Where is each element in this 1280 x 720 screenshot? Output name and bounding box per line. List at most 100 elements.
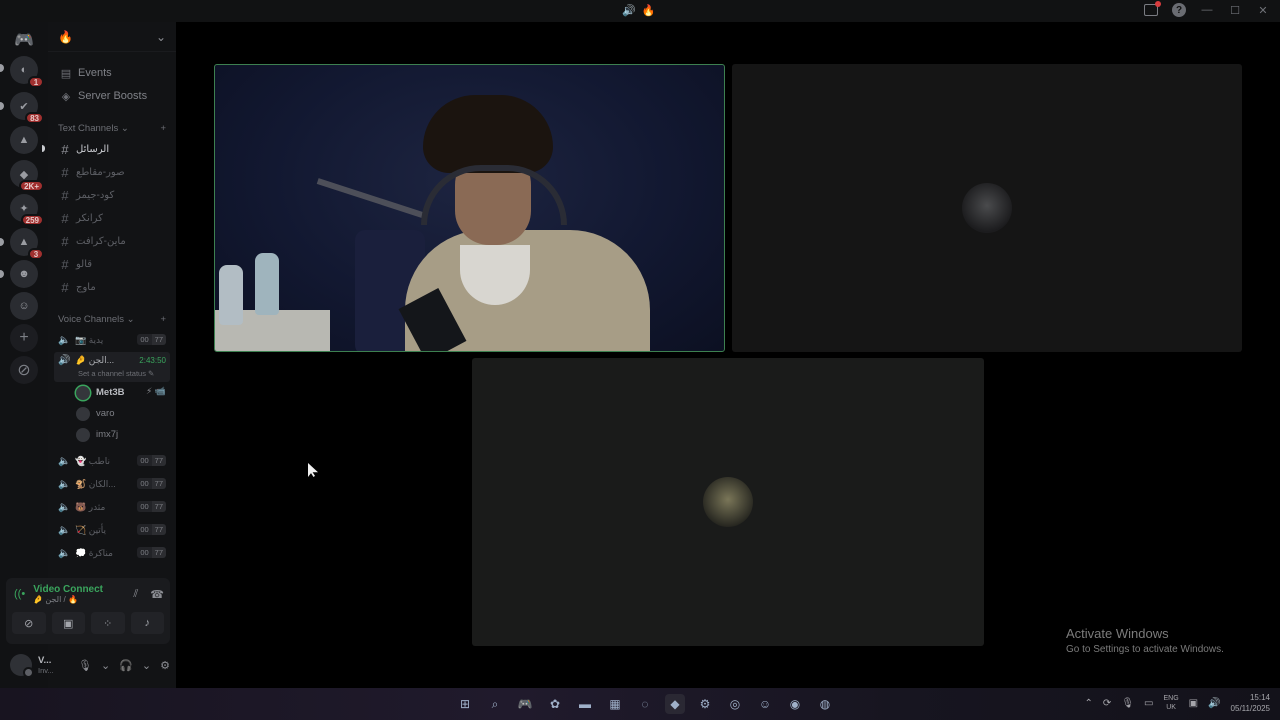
channel-name: ماين-كرافت [76, 235, 126, 247]
text-channel-item[interactable]: # صور-مقاطع [54, 161, 170, 183]
activate-windows-watermark: Activate Windows Go to Settings to activ… [1066, 626, 1224, 655]
gear-icon[interactable]: ⚙ [160, 659, 170, 672]
server-icon-6[interactable]: ▲ 3 [10, 228, 44, 260]
headphones-icon[interactable]: 🎧 [119, 659, 133, 672]
user-limit: 77 [151, 524, 166, 535]
inbox-icon[interactable] [1144, 1, 1161, 16]
minimize-button[interactable]: — [1200, 4, 1214, 16]
voice-channels-category[interactable]: Voice Channels ⌄ + [48, 310, 176, 328]
voice-channel-item[interactable]: 🔈 🏹 يأتين 00 77 [54, 519, 170, 541]
voice-channel-item[interactable]: 🔈 🐒 الكان... 00 77 [54, 473, 170, 495]
settings-icon[interactable]: ⚙ [695, 694, 715, 714]
text-channel-item[interactable]: # ماين-كرافت [54, 230, 170, 252]
avatar [76, 406, 90, 421]
hash-icon: # [61, 210, 69, 226]
noise-suppression-icon[interactable]: ⫽ [133, 588, 138, 601]
brave-icon[interactable]: ◆ [665, 694, 685, 714]
clock[interactable]: 15:14 05/11/2025 [1231, 692, 1270, 714]
copilot-icon[interactable]: ✿ [545, 694, 565, 714]
volume-icon[interactable]: 🔊 [1208, 698, 1220, 709]
text-channels-category[interactable]: Text Channels ⌄ + [48, 119, 176, 137]
channel-name: صور-مقاطع [76, 166, 125, 178]
file-explorer-icon[interactable]: ▬ [575, 694, 595, 714]
signal-icon[interactable]: ((• [14, 588, 25, 600]
server-icon-7[interactable]: ☻ [10, 260, 38, 288]
events-item[interactable]: ▤ Events [48, 62, 176, 84]
avatar [76, 427, 90, 442]
explore-icon[interactable]: ⊘ [10, 356, 38, 384]
active-voice-channel[interactable]: 🔊 🤌 الجن... 2:43:50 Set a channel status… [54, 352, 170, 382]
title-bar-center: 🔊 🔥 [622, 4, 655, 17]
language-code: ENG [1163, 695, 1179, 702]
text-channel-item[interactable]: # كود-جيمز [54, 184, 170, 206]
server-header[interactable]: 🔥 ⌄ [48, 22, 176, 52]
hash-icon: # [61, 256, 69, 272]
voice-channel-item[interactable]: 🔈 💭 مناكرة 00 77 [54, 542, 170, 564]
voice-member[interactable]: imx7j [76, 424, 176, 445]
windows-start-icon[interactable]: ⊞ [455, 694, 475, 714]
voice-channel-item[interactable]: 🔈 🐻 مثدر 00 77 [54, 496, 170, 518]
disconnect-icon[interactable]: ☎ [150, 588, 164, 601]
server-icon-4[interactable]: ◆ 2K+ [10, 160, 44, 192]
user-limit: 77 [151, 455, 166, 466]
network-icon[interactable]: ▣ [1189, 698, 1198, 709]
edge-icon[interactable]: ◌ [635, 694, 655, 714]
activities-button[interactable]: ⁘ [91, 612, 125, 634]
participant-tile[interactable] [472, 358, 984, 646]
steam-icon[interactable]: ◎ [725, 694, 745, 714]
video-scene [421, 165, 567, 225]
boosts-label: Server Boosts [78, 90, 148, 102]
language-indicator[interactable]: ENG UK [1163, 694, 1178, 712]
text-channel-item[interactable]: # الرسائل [42, 138, 170, 160]
maximize-button[interactable]: ☐ [1228, 4, 1242, 17]
server-icon-2[interactable]: ✔ 83 [10, 92, 44, 124]
globe-icon[interactable]: ◍ [815, 694, 835, 714]
server-icon-8[interactable]: ☺ [10, 292, 38, 320]
search-icon[interactable]: ⌕ [485, 694, 505, 714]
gamepad-icon[interactable]: 🎮 [515, 694, 535, 714]
server-boosts-item[interactable]: ◈ Server Boosts [48, 85, 176, 107]
user-limit-badge: 00 77 [137, 547, 166, 558]
recorder-icon[interactable]: ◉ [785, 694, 805, 714]
add-channel-icon[interactable]: + [160, 123, 166, 134]
voice-status-subtitle[interactable]: 🤌 الجن / 🔥 [33, 595, 103, 604]
microphone-icon[interactable]: 🎙 [78, 659, 92, 672]
call-icon: 🔊 [622, 5, 636, 17]
help-icon[interactable]: ? [1172, 3, 1186, 17]
voice-channel-item[interactable]: 🔈 👻 ناطب 00 77 [54, 450, 170, 472]
discord-icon[interactable]: ☺ [755, 694, 775, 714]
participant-tile[interactable] [732, 64, 1242, 352]
user-limit-badge: 00 77 [137, 524, 166, 535]
text-channel-item[interactable]: # كرانكر [54, 207, 170, 229]
display-icon[interactable]: ▭ [1144, 698, 1153, 709]
hash-icon: # [61, 141, 69, 157]
voice-member[interactable]: Met3B ⚡ 📹 [76, 382, 176, 403]
screen-share-button[interactable]: ▣ [51, 612, 85, 634]
voice-member[interactable]: varo [76, 403, 176, 424]
close-button[interactable]: ✕ [1256, 4, 1270, 17]
avatar[interactable] [10, 654, 34, 678]
add-server-icon[interactable]: + [10, 324, 38, 352]
microphone-icon[interactable]: 🎙 [1121, 698, 1134, 709]
chevron-down-icon[interactable]: ⌄ [101, 659, 110, 672]
voice-channel-item[interactable]: 🔈 📷 يدية 00 77 [54, 329, 170, 351]
member-name: Met3B [96, 387, 125, 398]
text-channel-item[interactable]: # قالو [54, 253, 170, 275]
text-channel-item[interactable]: # ماوج [54, 276, 170, 298]
server-icon-5[interactable]: ✦ 259 [10, 194, 44, 226]
soundboard-button[interactable]: ♪ [130, 612, 164, 634]
video-tile-speaking[interactable] [214, 64, 725, 352]
store-icon[interactable]: ▦ [605, 694, 625, 714]
speaker-icon: 🔈 [58, 501, 71, 513]
discord-home-icon[interactable]: 🎮 [10, 26, 38, 54]
server-icon-3[interactable]: ▲ [10, 126, 38, 154]
chevron-down-icon[interactable]: ⌄ [142, 659, 151, 672]
sync-icon[interactable]: ⟳ [1103, 698, 1111, 709]
chevron-up-icon[interactable]: ⌃ [1085, 698, 1093, 709]
server-icon-1[interactable]: ◐ 1 [10, 56, 44, 88]
add-channel-icon[interactable]: + [160, 314, 166, 325]
keyboard-layout: UK [1166, 704, 1176, 711]
camera-off-button[interactable]: ⊘ [12, 612, 46, 634]
channel-status[interactable]: Set a channel status ✎ [78, 369, 154, 378]
user-panel: V... Inv... 🎙 ⌄ 🎧 ⌄ ⚙ [6, 648, 170, 682]
